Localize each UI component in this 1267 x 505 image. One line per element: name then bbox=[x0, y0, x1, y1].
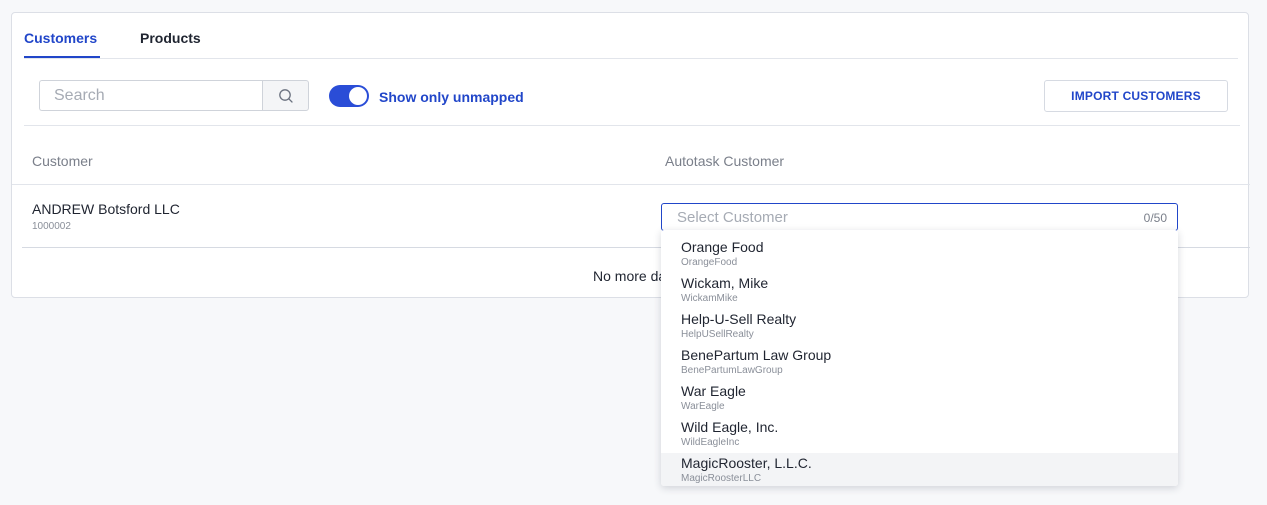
header-divider bbox=[12, 184, 1250, 185]
option-code: HelpUSellRealty bbox=[681, 329, 754, 340]
dropdown-option-hovered[interactable]: MagicRooster, L.L.C. MagicRoosterLLC bbox=[661, 453, 1178, 486]
dropdown-option[interactable]: Help-U-Sell Realty HelpUSellRealty bbox=[661, 309, 1178, 345]
option-code: BenePartumLawGroup bbox=[681, 365, 783, 376]
customer-id: 1000002 bbox=[32, 221, 71, 232]
option-name: MagicRooster, L.L.C. bbox=[681, 455, 812, 471]
dropdown-option[interactable]: Orange Food OrangeFood bbox=[661, 237, 1178, 273]
autotask-customer-select[interactable]: Select Customer 0/50 bbox=[661, 203, 1178, 231]
option-name: Wickam, Mike bbox=[681, 275, 769, 291]
select-count: 0/50 bbox=[1143, 211, 1167, 225]
tab-bar: Customers Products bbox=[24, 13, 1238, 59]
tab-products[interactable]: Products bbox=[140, 30, 201, 46]
dropdown-option[interactable]: War Eagle WarEagle bbox=[661, 381, 1178, 417]
tab-customers[interactable]: Customers bbox=[24, 30, 97, 46]
option-name: War Eagle bbox=[681, 383, 746, 399]
option-code: MagicRoosterLLC bbox=[681, 473, 762, 484]
search-button[interactable] bbox=[262, 80, 309, 111]
dropdown-option[interactable]: BenePartum Law Group BenePartumLawGroup bbox=[661, 345, 1178, 381]
import-customers-button[interactable]: IMPORT CUSTOMERS bbox=[1044, 80, 1228, 112]
search-input[interactable] bbox=[39, 80, 263, 111]
show-unmapped-label[interactable]: Show only unmapped bbox=[379, 89, 524, 105]
column-header-customer: Customer bbox=[32, 153, 93, 169]
customer-dropdown-menu: Orange Food OrangeFood Wickam, Mike Wick… bbox=[661, 230, 1178, 486]
column-header-autotask-customer: Autotask Customer bbox=[665, 153, 785, 169]
show-unmapped-toggle[interactable] bbox=[329, 85, 369, 107]
dropdown-option[interactable]: Wickam, Mike WickamMike bbox=[661, 273, 1178, 309]
option-code: WickamMike bbox=[681, 293, 738, 304]
toolbar-divider bbox=[24, 125, 1240, 126]
option-code: WarEagle bbox=[681, 401, 725, 412]
option-code: OrangeFood bbox=[681, 257, 738, 268]
toggle-knob bbox=[349, 87, 367, 105]
search-icon bbox=[279, 89, 293, 103]
active-tab-indicator bbox=[24, 56, 100, 58]
select-placeholder: Select Customer bbox=[677, 209, 788, 226]
no-more-data-text: No more da bbox=[593, 268, 667, 284]
option-code: WildEagleInc bbox=[681, 437, 740, 448]
option-name: Help-U-Sell Realty bbox=[681, 311, 797, 327]
option-name: Wild Eagle, Inc. bbox=[681, 419, 779, 435]
option-name: Orange Food bbox=[681, 239, 764, 255]
customer-name: ANDREW Botsford LLC bbox=[32, 201, 180, 217]
dropdown-option[interactable]: Wild Eagle, Inc. WildEagleInc bbox=[661, 417, 1178, 453]
option-name: BenePartum Law Group bbox=[681, 347, 832, 363]
